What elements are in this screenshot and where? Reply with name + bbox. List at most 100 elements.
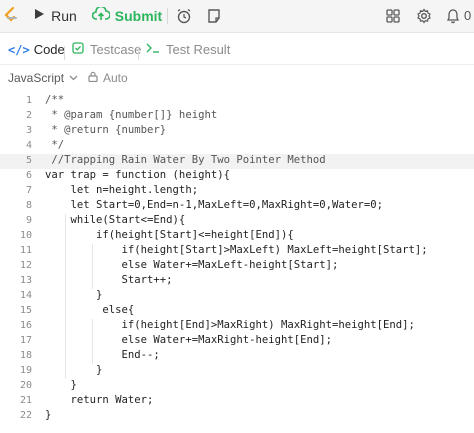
code-text: }	[45, 379, 77, 391]
code-text: else Water+=MaxRight-height[End];	[45, 334, 333, 346]
code-text: while(Start<=End){	[45, 214, 186, 226]
lock-icon	[88, 71, 98, 85]
code-line: 18 End--;	[0, 349, 474, 364]
auto-mode-toggle[interactable]: Auto	[88, 71, 128, 85]
line-number: 5	[25, 155, 32, 166]
code-text: let Start=0,End=n-1,MaxLeft=0,MaxRight=0…	[45, 199, 384, 211]
line-number: 6	[25, 170, 32, 181]
line-number: 1	[25, 95, 32, 106]
line-number: 18	[19, 350, 32, 361]
editor-settings-bar: JavaScript Auto	[0, 66, 474, 92]
layout-icon[interactable]	[382, 5, 404, 27]
code-text: Start++;	[45, 274, 173, 286]
code-line: 9 while(Start<=End){	[0, 214, 474, 229]
bell-icon[interactable]	[442, 5, 464, 27]
code-text: var trap = function (height){	[45, 169, 230, 181]
submit-label: Submit	[114, 8, 163, 24]
code-line: 7 let n=height.length;	[0, 184, 474, 199]
line-number: 14	[19, 290, 32, 301]
run-label: Run	[51, 8, 77, 24]
code-text: if(height[Start]>MaxLeft) MaxLeft=height…	[45, 244, 428, 256]
tab-test-result-label: Test Result	[166, 42, 231, 57]
auto-label: Auto	[103, 71, 128, 85]
line-number: 19	[19, 365, 32, 376]
code-line: 2 * @param {number[]} height	[0, 109, 474, 124]
tab-code-label: Code	[33, 42, 65, 57]
toolbar-divider	[167, 8, 168, 24]
code-text: * @param {number[]} height	[45, 109, 218, 121]
line-number: 16	[19, 320, 32, 331]
line-number: 10	[19, 230, 32, 241]
line-number: 20	[19, 380, 32, 391]
tab-divider	[64, 46, 65, 60]
code-line: 3 * @return {number}	[0, 124, 474, 139]
play-icon	[33, 7, 45, 25]
code-line: 21 return Water;	[0, 394, 474, 409]
code-text: */	[45, 139, 65, 151]
code-text: if(height[Start]<=height[End]){	[45, 229, 294, 241]
code-line: 6 var trap = function (height){	[0, 169, 474, 184]
alarm-clock-icon[interactable]	[173, 5, 195, 27]
code-line: 19 }	[0, 364, 474, 379]
line-number: 12	[19, 260, 32, 271]
code-text: }	[45, 409, 52, 421]
code-line: 14 }	[0, 289, 474, 304]
leetcode-logo-icon[interactable]	[2, 6, 20, 26]
gear-icon[interactable]	[413, 5, 435, 27]
cloud-upload-icon	[91, 5, 111, 26]
code-text: //Trapping Rain Water By Two Pointer Met…	[45, 154, 326, 166]
line-number: 22	[19, 410, 32, 421]
streak-count: 0	[464, 8, 472, 23]
editor-panel-tabs: </> Code Testcase Test Result	[0, 36, 474, 65]
line-number: 2	[25, 110, 32, 121]
line-number: 4	[25, 140, 32, 151]
line-number: 3	[25, 125, 32, 136]
note-icon[interactable]	[203, 5, 225, 27]
code-text: End--;	[45, 349, 160, 361]
checkbox-icon	[72, 42, 84, 57]
code-icon: </>	[8, 42, 30, 57]
code-line: 15 else{	[0, 304, 474, 319]
line-number: 15	[19, 305, 32, 316]
top-toolbar: Run Submit 0	[0, 0, 474, 33]
run-button[interactable]: Run	[26, 5, 84, 27]
code-editor[interactable]: 1 /** 2 * @param {number[]} height 3 * @r…	[0, 94, 474, 433]
submit-button[interactable]: Submit	[90, 5, 164, 27]
line-number: 21	[19, 395, 32, 406]
line-number: 17	[19, 335, 32, 346]
tab-test-result[interactable]: Test Result	[146, 42, 230, 57]
code-text: return Water;	[45, 394, 154, 406]
code-line: 10 if(height[Start]<=height[End]){	[0, 229, 474, 244]
line-number: 8	[25, 200, 32, 211]
code-line: 22}	[0, 409, 474, 424]
code-text: else Water+=MaxLeft-height[Start];	[45, 259, 339, 271]
code-line: 17 else Water+=MaxRight-height[End];	[0, 334, 474, 349]
code-line: 13 Start++;	[0, 274, 474, 289]
chevron-down-icon	[69, 73, 78, 84]
line-number: 9	[25, 215, 32, 226]
code-line: 11 if(height[Start]>MaxLeft) MaxLeft=hei…	[0, 244, 474, 259]
code-text: * @return {number}	[45, 124, 167, 136]
language-select[interactable]: JavaScript	[8, 71, 78, 85]
code-line: 20 }	[0, 379, 474, 394]
code-text: }	[45, 364, 103, 376]
line-number: 7	[25, 185, 32, 196]
code-line: 4 */	[0, 139, 474, 154]
code-text: /**	[45, 94, 65, 106]
line-number: 11	[19, 245, 32, 256]
tab-testcase[interactable]: Testcase	[72, 42, 141, 57]
code-text: }	[45, 289, 103, 301]
code-line: 16 if(height[End]>MaxRight) MaxRight=hei…	[0, 319, 474, 334]
code-line: 8 let Start=0,End=n-1,MaxLeft=0,MaxRight…	[0, 199, 474, 214]
tab-code[interactable]: </> Code	[8, 42, 65, 57]
code-line-highlighted: 5 //Trapping Rain Water By Two Pointer M…	[0, 154, 474, 169]
language-label: JavaScript	[8, 71, 65, 85]
tab-testcase-label: Testcase	[90, 42, 142, 57]
code-text: let n=height.length;	[45, 184, 199, 196]
code-text: else{	[45, 304, 135, 316]
tab-divider	[138, 46, 139, 60]
terminal-icon	[146, 42, 160, 57]
code-line: 1 /**	[0, 94, 474, 109]
code-text: if(height[End]>MaxRight) MaxRight=height…	[45, 319, 415, 331]
line-number: 13	[19, 275, 32, 286]
